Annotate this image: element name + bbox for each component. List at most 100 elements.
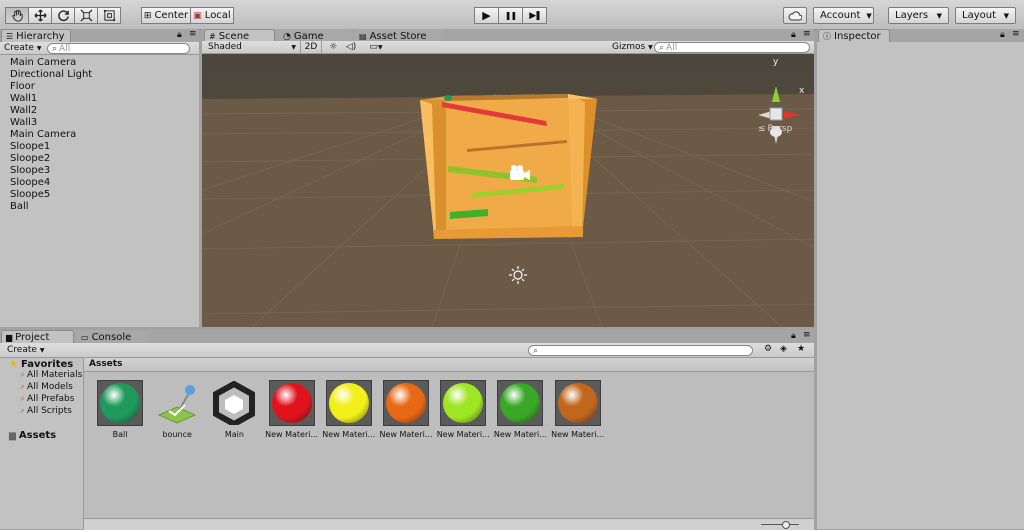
favorite-item[interactable]: ⌕ All Materials <box>20 370 82 380</box>
play-button[interactable]: ▶ <box>474 7 499 24</box>
hierarchy-item[interactable]: Ball <box>10 201 29 212</box>
hierarchy-item[interactable]: Sloope5 <box>10 189 50 200</box>
assets-folder[interactable]: ▆ Assets <box>9 430 56 441</box>
gizmos-dropdown[interactable]: Gizmos ▼ <box>612 42 653 52</box>
material-sphere-icon <box>443 383 484 423</box>
rotate-tool-button[interactable] <box>51 7 75 24</box>
step-button[interactable]: ▶❚ <box>522 7 547 24</box>
hierarchy-search-input[interactable]: ⌕ All <box>47 43 190 54</box>
zoom-slider-track[interactable] <box>761 524 799 525</box>
favorites-section[interactable]: ★ Favorites <box>9 359 73 370</box>
hierarchy-create-dropdown[interactable]: Create ▼ <box>4 43 42 53</box>
pacman-icon: ◔ <box>283 31 291 42</box>
lock-icon[interactable]: 🔒︎ <box>1000 30 1005 40</box>
asset-item[interactable]: New Materi... <box>434 380 492 439</box>
breadcrumb-assets[interactable]: Assets <box>89 359 122 369</box>
hierarchy-item[interactable]: Floor <box>10 81 35 92</box>
caret-down-icon: ▼ <box>39 347 45 354</box>
project-search-input[interactable]: ⌕ <box>528 345 753 356</box>
panel-menu-icon[interactable]: ≡ <box>803 330 811 340</box>
hierarchy-item[interactable]: Sloope4 <box>10 177 50 188</box>
panel-menu-icon[interactable]: ≡ <box>189 29 197 39</box>
caret-down-icon: ▼ <box>36 45 42 52</box>
step-icon: ▶❚ <box>529 10 542 21</box>
cloud-button[interactable] <box>783 7 807 24</box>
lock-icon[interactable]: 🔒︎ <box>791 30 796 40</box>
scene-search-input[interactable]: ⌕ All <box>654 42 810 53</box>
account-dropdown[interactable]: Account ▼ <box>813 7 874 24</box>
project-create-dropdown[interactable]: Create ▼ <box>7 345 45 355</box>
asset-label: New Materi... <box>265 430 319 439</box>
pivot-local-button[interactable]: ▣ Local <box>190 7 234 24</box>
inspector-body <box>817 42 1024 529</box>
scene-viewport[interactable]: y x ≤ Persp <box>202 54 814 327</box>
asset-label: Main <box>224 430 244 439</box>
asset-item[interactable]: bounce <box>148 380 206 439</box>
hierarchy-item[interactable]: Sloope2 <box>10 153 50 164</box>
filter-label-icon[interactable]: ◈ <box>780 344 787 354</box>
pivot-center-button[interactable]: ⊞ Center <box>141 7 191 24</box>
persp-label[interactable]: ≤ Persp <box>758 124 792 134</box>
filter-type-icon[interactable]: ⚙ <box>764 344 772 354</box>
layout-dropdown[interactable]: Layout ▼ <box>955 7 1016 24</box>
hierarchy-item[interactable]: Wall1 <box>10 93 37 104</box>
scene-panel: # Scene ◔ Game ▤ Asset Store 🔒︎ ≡ Shaded ▼ 2… <box>202 29 814 327</box>
play-icon: ▶ <box>482 9 491 22</box>
panel-menu-icon[interactable]: ≡ <box>803 29 811 39</box>
effects-dropdown[interactable]: ▭▼ <box>365 41 387 53</box>
hierarchy-item[interactable]: Main Camera <box>10 57 76 68</box>
asset-item[interactable]: Main <box>205 380 263 439</box>
asset-item[interactable]: New Materi... <box>549 380 607 439</box>
pause-button[interactable]: ❚❚ <box>498 7 523 24</box>
move-tool-button[interactable] <box>28 7 52 24</box>
project-folder-tree: ★ Favorites ⌕ All Materials ⌕ All Models ⌕ All… <box>0 358 84 529</box>
lock-icon[interactable]: 🔒︎ <box>177 30 182 40</box>
zoom-slider-thumb[interactable] <box>782 521 790 529</box>
tab-project[interactable]: ▆ Project <box>1 330 74 344</box>
favorite-item[interactable]: ⌕ All Prefabs <box>20 394 74 404</box>
caret-down-icon: ▼ <box>866 11 872 20</box>
favorite-star-icon[interactable]: ★ <box>797 344 805 354</box>
hierarchy-item[interactable]: Sloope3 <box>10 165 50 176</box>
favorite-item[interactable]: ⌕ All Scripts <box>20 406 72 416</box>
shading-mode-dropdown[interactable]: Shaded ▼ <box>208 42 296 52</box>
favorite-item[interactable]: ⌕ All Models <box>20 382 73 392</box>
hierarchy-body: Create ▼ ⌕ All Main Camera Directional Ligh… <box>0 42 199 327</box>
asset-item[interactable]: New Materi... <box>320 380 378 439</box>
pause-icon: ❚❚ <box>504 11 517 20</box>
tab-hierarchy[interactable]: ☰ Hierarchy <box>1 29 71 43</box>
lock-icon[interactable]: 🔒︎ <box>791 331 796 341</box>
asset-thumbnail <box>325 380 372 426</box>
search-icon: ⌕ <box>20 382 26 392</box>
store-icon: ▤ <box>359 32 367 41</box>
asset-item[interactable]: New Materi... <box>491 380 549 439</box>
hierarchy-item[interactable]: Main Camera <box>10 129 76 140</box>
folder-icon: ▆ <box>6 333 13 342</box>
audio-toggle-button[interactable]: ◁) <box>344 41 358 53</box>
caret-down-icon: ▼ <box>1003 11 1009 20</box>
scale-tool-button[interactable] <box>74 7 98 24</box>
hand-icon <box>11 9 23 22</box>
rect-tool-button[interactable] <box>97 7 121 24</box>
hierarchy-item[interactable]: Wall3 <box>10 117 37 128</box>
asset-item[interactable]: Ball <box>91 380 149 439</box>
game-board-model[interactable] <box>420 94 597 239</box>
asset-thumbnail <box>497 380 544 426</box>
hierarchy-item[interactable]: Wall2 <box>10 105 37 116</box>
lighting-toggle-button[interactable]: ☼ <box>326 41 340 53</box>
unity-scene-icon <box>213 381 256 425</box>
asset-item[interactable]: New Materi... <box>377 380 435 439</box>
2d-toggle-button[interactable]: 2D <box>300 41 322 53</box>
asset-item[interactable]: New Materi... <box>263 380 321 439</box>
tab-console[interactable]: ▭ Console <box>76 330 146 344</box>
search-icon: ⌕ <box>533 345 539 356</box>
tab-inspector[interactable]: ⓘ Inspector <box>818 29 890 43</box>
layers-dropdown[interactable]: Layers ▼ <box>888 7 949 24</box>
rect-icon <box>103 9 115 22</box>
asset-label: bounce <box>162 430 192 439</box>
hierarchy-item[interactable]: Sloope1 <box>10 141 50 152</box>
star-icon: ★ <box>9 359 18 370</box>
hand-tool-button[interactable] <box>5 7 29 24</box>
panel-menu-icon[interactable]: ≡ <box>1012 29 1020 39</box>
hierarchy-item[interactable]: Directional Light <box>10 69 92 80</box>
